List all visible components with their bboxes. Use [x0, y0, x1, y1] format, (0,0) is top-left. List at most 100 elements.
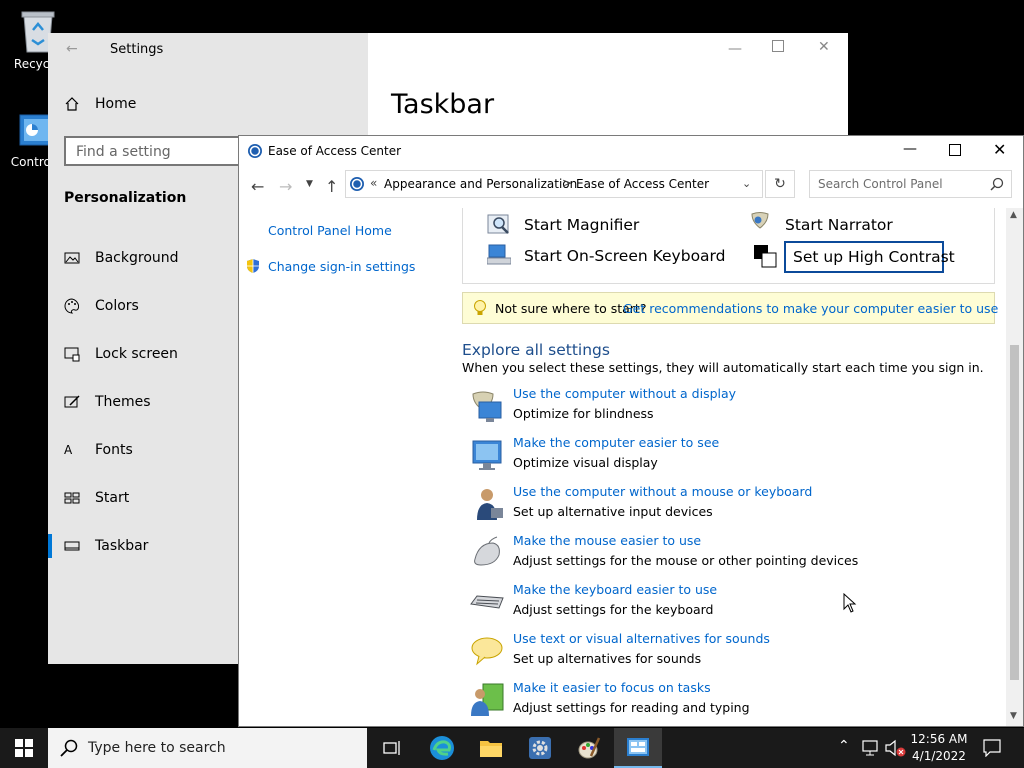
nav-item-colors-label: Colors: [95, 298, 139, 314]
breadcrumb-appearance[interactable]: Appearance and Personalization: [384, 177, 577, 191]
clock[interactable]: 12:56 AM 4/1/2022: [908, 731, 970, 765]
taskbar-icon: [64, 541, 80, 551]
address-dropdown-icon[interactable]: ⌄: [742, 177, 751, 190]
recent-dropdown-icon[interactable]: ▼: [306, 179, 313, 189]
file-explorer-taskbar-button[interactable]: [467, 728, 515, 768]
vertical-scrollbar[interactable]: ▲ ▼: [1006, 208, 1023, 726]
start-magnifier-button[interactable]: Start Magnifier: [524, 216, 639, 234]
eac-maximize-button[interactable]: [949, 144, 961, 156]
nav-item-themes-label: Themes: [95, 394, 151, 410]
narrator-icon: [751, 212, 769, 229]
breadcrumb-overflow[interactable]: «: [370, 176, 377, 190]
category-without-display-link[interactable]: Use the computer without a display: [513, 386, 736, 401]
home-nav-item[interactable]: Home: [64, 96, 136, 112]
category-mouse-easier-link[interactable]: Make the mouse easier to use: [513, 533, 701, 548]
palette-icon: [64, 298, 79, 314]
category-sound-alternatives-link[interactable]: Use text or visual alternatives for soun…: [513, 631, 770, 646]
change-signin-settings-link[interactable]: Change sign-in settings: [268, 259, 415, 274]
volume-muted-icon[interactable]: [885, 739, 907, 757]
category-keyboard-easier-link[interactable]: Make the keyboard easier to use: [513, 582, 717, 597]
mouse-icon: [474, 536, 500, 566]
show-hidden-icons-button[interactable]: ⌃: [838, 738, 850, 754]
up-arrow-icon[interactable]: ↑: [325, 177, 338, 196]
nav-item-background[interactable]: Background: [64, 246, 179, 270]
category-focus-tasks-link[interactable]: Make it easier to focus on tasks: [513, 680, 711, 695]
nav-item-fonts[interactable]: A Fonts: [64, 438, 133, 462]
start-on-screen-keyboard-button[interactable]: Start On-Screen Keyboard: [524, 247, 726, 265]
eac-close-button[interactable]: ✕: [993, 140, 1006, 159]
nav-item-themes[interactable]: Themes: [64, 390, 151, 414]
settings-taskbar-button[interactable]: [516, 728, 564, 768]
search-control-panel-placeholder: Search Control Panel: [818, 177, 943, 191]
settings-page-title: Taskbar: [391, 89, 495, 120]
scrollbar-thumb[interactable]: [1010, 345, 1019, 680]
find-setting-placeholder: Find a setting: [76, 144, 171, 160]
lock-screen-icon: [64, 347, 80, 362]
close-button[interactable]: ✕: [818, 39, 830, 55]
settings-window-title: Settings: [110, 42, 164, 57]
eac-minimize-button[interactable]: —: [903, 141, 917, 157]
set-up-high-contrast-button[interactable]: Set up High Contrast: [784, 241, 955, 273]
nav-item-taskbar[interactable]: Taskbar: [64, 534, 148, 558]
mouse-cursor-icon: [843, 593, 857, 613]
category-focus-tasks-desc: Adjust settings for reading and typing: [513, 700, 750, 715]
start-button[interactable]: [0, 728, 48, 768]
forward-arrow-icon[interactable]: →: [279, 177, 292, 196]
edge-taskbar-button[interactable]: [418, 728, 466, 768]
nav-item-colors[interactable]: Colors: [64, 294, 139, 318]
minimize-button[interactable]: —: [728, 41, 742, 57]
breadcrumb-ease-of-access[interactable]: Ease of Access Center: [576, 177, 709, 191]
category-easier-to-see-link[interactable]: Make the computer easier to see: [513, 435, 719, 450]
category-keyboard-easier-desc: Adjust settings for the keyboard: [513, 602, 714, 617]
lightbulb-icon: [474, 300, 486, 315]
nav-item-start[interactable]: Start: [64, 486, 129, 510]
category-without-mouse-keyboard-link[interactable]: Use the computer without a mouse or keyb…: [513, 484, 812, 499]
paint-taskbar-button[interactable]: [565, 728, 613, 768]
refresh-button[interactable]: ↻: [765, 170, 795, 198]
high-contrast-icon: [754, 245, 777, 268]
get-recommendations-link[interactable]: Get recommendations to make your compute…: [623, 301, 998, 316]
nav-item-lock-screen[interactable]: Lock screen: [64, 342, 178, 366]
taskbar-search-box[interactable]: Type here to search: [48, 728, 367, 768]
recommendation-tip-bar: Not sure where to start? Get recommendat…: [462, 292, 998, 324]
home-icon: [65, 97, 79, 111]
keyboard-icon: [470, 595, 504, 609]
control-panel-taskbar-icon: [627, 738, 649, 756]
shield-icon: [247, 259, 259, 273]
fonts-icon: A: [64, 443, 73, 457]
folder-icon: [480, 741, 502, 757]
find-setting-input[interactable]: Find a setting: [64, 136, 254, 166]
personalization-heading: Personalization: [64, 190, 187, 206]
search-icon: [990, 177, 1004, 191]
category-sound-alternatives-desc: Set up alternatives for sounds: [513, 651, 702, 666]
notification-center-icon[interactable]: [983, 739, 1001, 757]
back-icon[interactable]: ←: [66, 41, 78, 57]
task-view-button[interactable]: [368, 728, 416, 768]
control-panel-home-link[interactable]: Control Panel Home: [268, 223, 392, 238]
gear-icon: [529, 737, 551, 759]
breadcrumb-separator[interactable]: >: [562, 176, 572, 190]
nav-item-fonts-label: Fonts: [95, 442, 133, 458]
nav-item-lock-screen-label: Lock screen: [95, 346, 178, 362]
start-narrator-button[interactable]: Start Narrator: [785, 216, 893, 234]
taskbar-search-icon: [60, 739, 78, 757]
monitor-icon: [472, 440, 502, 470]
control-panel-taskbar-button[interactable]: [614, 728, 662, 768]
scroll-up-icon[interactable]: ▲: [1010, 210, 1017, 220]
category-without-mouse-keyboard-desc: Set up alternative input devices: [513, 504, 713, 519]
keyboard-screen-icon: [487, 244, 511, 265]
network-icon[interactable]: [862, 740, 880, 756]
clock-time: 12:56 AM: [910, 732, 968, 746]
category-mouse-easier-desc: Adjust settings for the mouse or other p…: [513, 553, 859, 568]
paint-icon: [578, 737, 601, 759]
nav-item-background-label: Background: [95, 250, 179, 266]
people-icon: [471, 683, 504, 716]
scroll-down-icon[interactable]: ▼: [1010, 711, 1017, 721]
monitor-speaker-icon: [472, 391, 502, 422]
back-arrow-icon[interactable]: ←: [251, 177, 264, 196]
category-easier-to-see-desc: Optimize visual display: [513, 455, 658, 470]
address-bar-row: ← → ▼ ↑ « Appearance and Personalization…: [239, 166, 1023, 208]
maximize-button[interactable]: [772, 40, 784, 52]
search-control-panel-input[interactable]: Search Control Panel: [809, 170, 1012, 198]
ease-of-access-window: Ease of Access Center — ✕ ← → ▼ ↑ « Appe…: [238, 135, 1024, 727]
